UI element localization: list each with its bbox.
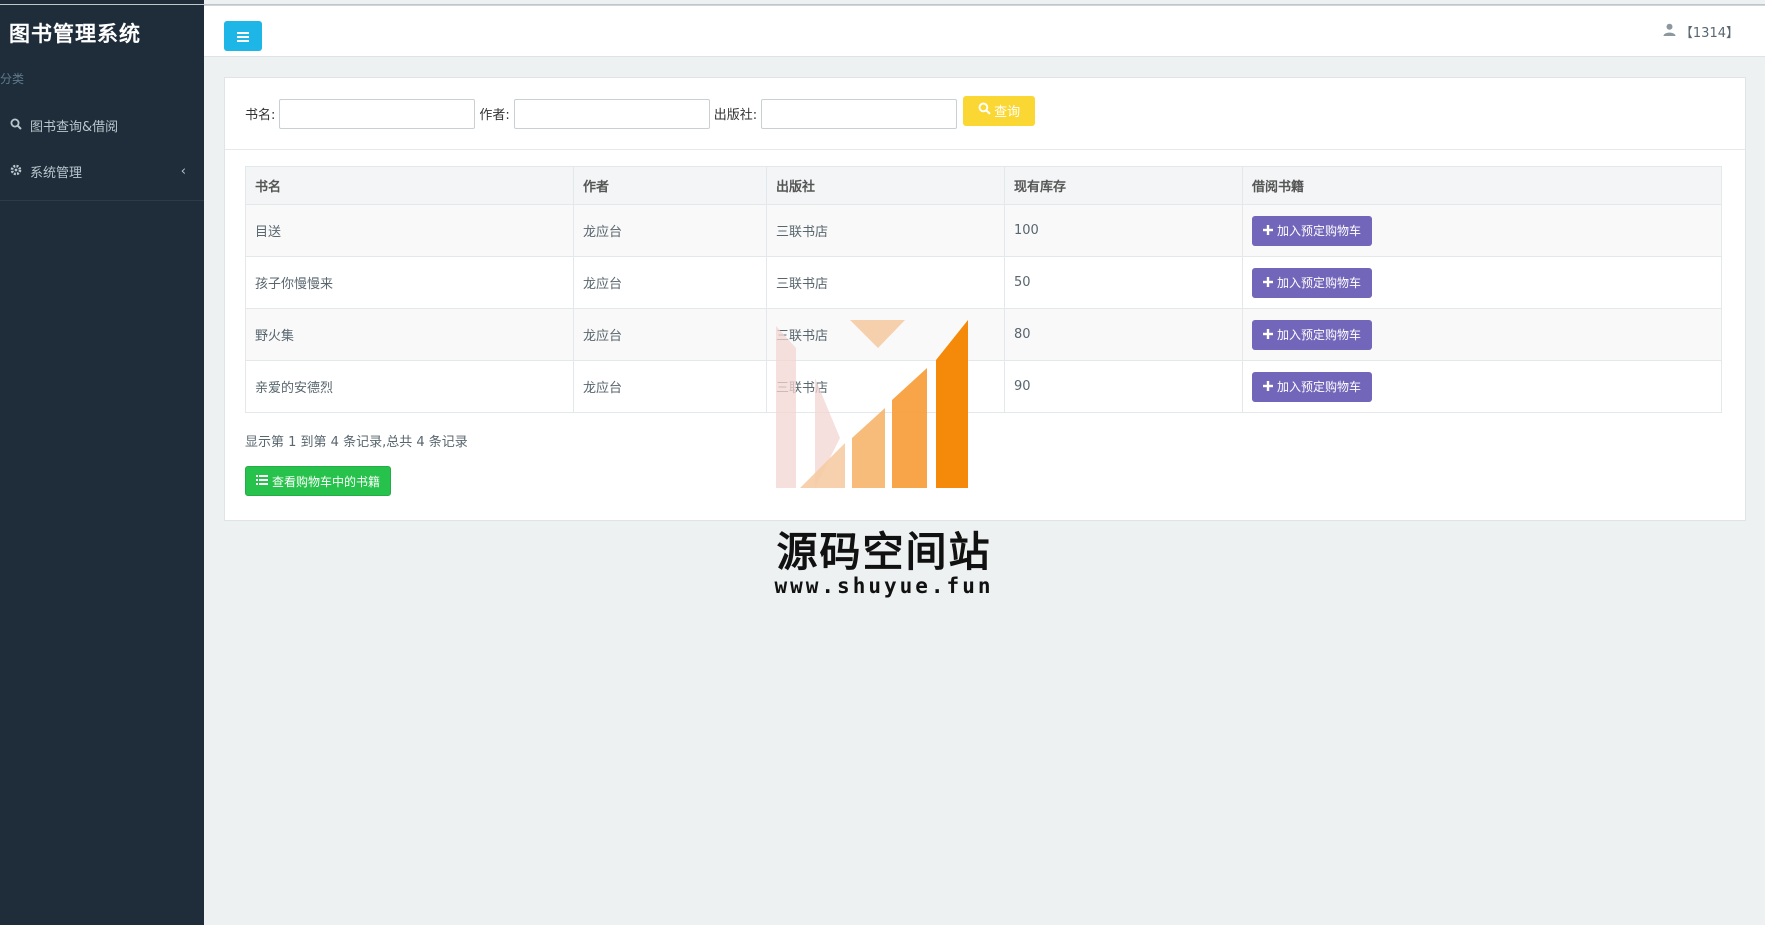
- cell-author: 龙应台: [573, 308, 767, 361]
- sidebar-item-system[interactable]: 系统管理 ‹: [0, 148, 204, 194]
- cell-author: 龙应台: [573, 360, 767, 413]
- cell-action: 加入预定购物车: [1242, 360, 1722, 413]
- add-to-cart-button[interactable]: 加入预定购物车: [1252, 267, 1373, 298]
- add-to-cart-label: 加入预定购物车: [1277, 380, 1362, 394]
- cell-action: 加入预定购物车: [1242, 204, 1722, 257]
- chevron-left-icon: ‹: [180, 163, 186, 179]
- cell-title: 野火集: [245, 308, 574, 361]
- view-cart-label: 查看购物车中的书籍: [272, 474, 381, 489]
- cell-title: 亲爱的安德烈: [245, 360, 574, 413]
- cell-title: 孩子你慢慢来: [245, 256, 574, 309]
- plus-icon: [1263, 380, 1273, 394]
- add-to-cart-label: 加入预定购物车: [1277, 328, 1362, 342]
- sidebar-item-label: 系统管理: [30, 165, 83, 181]
- view-cart-button[interactable]: 查看购物车中的书籍: [245, 466, 392, 496]
- search-button-label: 查询: [994, 105, 1021, 120]
- app-title: 图书管理系统: [9, 22, 141, 46]
- publisher-label: 出版社:: [713, 108, 758, 123]
- column-header-stock[interactable]: 现有库存: [1004, 166, 1243, 205]
- search-bar: 书名: 作者: 出版社: 查询: [225, 78, 1745, 150]
- column-header-title[interactable]: 书名: [245, 166, 574, 205]
- table-header-row: 书名 作者 出版社 现有库存 借阅书籍: [245, 166, 1722, 205]
- watermark-url: www.shuyue.fun: [774, 574, 994, 598]
- cell-stock: 80: [1004, 308, 1243, 361]
- list-icon: [256, 474, 268, 488]
- topbar: 【1314】: [204, 5, 1765, 57]
- user-menu[interactable]: 【1314】: [1663, 22, 1739, 41]
- search-icon: [978, 102, 991, 119]
- watermark-title: 源码空间站: [776, 528, 992, 576]
- book-name-input[interactable]: [279, 98, 476, 129]
- search-button[interactable]: 查询: [963, 95, 1036, 126]
- plus-icon: [1263, 276, 1273, 290]
- plus-icon: [1263, 328, 1273, 342]
- column-header-author[interactable]: 作者: [573, 166, 767, 205]
- column-header-borrow[interactable]: 借阅书籍: [1242, 166, 1722, 205]
- cell-title: 目送: [245, 204, 574, 257]
- sidebar: 图书管理系统 分类 图书查询&借阅 系统管理 ‹: [0, 0, 204, 925]
- add-to-cart-button[interactable]: 加入预定购物车: [1252, 371, 1373, 402]
- table-row: 孩子你慢慢来 龙应台 三联书店 50 加入预定购物车: [245, 256, 1722, 309]
- cell-author: 龙应台: [573, 256, 767, 309]
- author-input[interactable]: [513, 98, 710, 129]
- search-icon: [10, 118, 30, 133]
- hamburger-icon: [237, 27, 249, 46]
- cell-action: 加入预定购物车: [1242, 256, 1722, 309]
- column-header-publisher[interactable]: 出版社: [766, 166, 1005, 205]
- cell-publisher: 三联书店: [766, 256, 1005, 309]
- gear-icon: [10, 164, 30, 179]
- sidebar-divider: [0, 200, 204, 201]
- user-label: 【1314】: [1679, 26, 1739, 41]
- sidebar-item-label: 图书查询&借阅: [30, 119, 119, 135]
- plus-icon: [1263, 224, 1273, 238]
- author-label: 作者:: [479, 108, 510, 123]
- publisher-input[interactable]: [761, 98, 958, 129]
- add-to-cart-label: 加入预定购物车: [1277, 224, 1362, 238]
- sidebar-item-book-search[interactable]: 图书查询&借阅: [0, 102, 204, 148]
- cell-stock: 90: [1004, 360, 1243, 413]
- cell-publisher: 三联书店: [766, 204, 1005, 257]
- menu-toggle-button[interactable]: [224, 21, 262, 51]
- table-row: 目送 龙应台 三联书店 100 加入预定购物车: [245, 204, 1722, 257]
- cell-stock: 50: [1004, 256, 1243, 309]
- add-to-cart-label: 加入预定购物车: [1277, 276, 1362, 290]
- add-to-cart-button[interactable]: 加入预定购物车: [1252, 215, 1373, 246]
- book-name-label: 书名:: [245, 108, 276, 123]
- user-icon: [1663, 23, 1676, 40]
- cell-stock: 100: [1004, 204, 1243, 257]
- add-to-cart-button[interactable]: 加入预定购物车: [1252, 319, 1373, 350]
- sidebar-header: 分类: [0, 72, 25, 86]
- cell-author: 龙应台: [573, 204, 767, 257]
- cell-action: 加入预定购物车: [1242, 308, 1722, 361]
